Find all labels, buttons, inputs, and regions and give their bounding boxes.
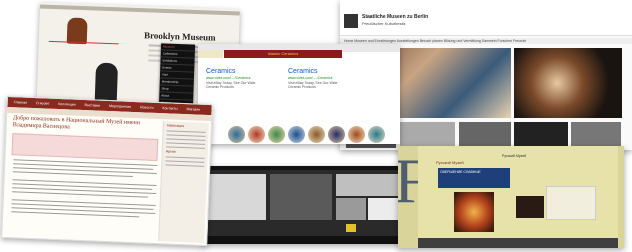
berlin-site-title: Staatliche Museen zu Berlin (362, 14, 429, 20)
sidebar-link[interactable] (165, 164, 205, 167)
ad-heading[interactable]: Ceramics (288, 68, 348, 75)
gallery-image[interactable] (368, 198, 398, 220)
ceramics-ad-page: Islamic Ceramics Ceramics www.vivint.com… (198, 44, 400, 144)
nav-item[interactable]: Контакты (162, 106, 177, 111)
sidebar-link[interactable] (165, 156, 205, 159)
plate-thumbnail[interactable] (268, 126, 285, 143)
sidebar-title: Архив (165, 149, 176, 154)
nav-item[interactable]: Новости (140, 105, 154, 110)
ad-url[interactable]: www.vivint.com/..../Ceramics (206, 76, 266, 80)
event-artwork[interactable] (546, 186, 596, 220)
nav-item[interactable]: Магазин (186, 107, 200, 112)
berlin-header: Staatliche Museen zu Berlin Preußischer … (340, 0, 632, 36)
nav-item[interactable]: Мероприятия (109, 104, 131, 109)
vasnetsov-notice-box (11, 133, 159, 162)
sidebar-link[interactable] (165, 160, 205, 163)
ad-url[interactable]: www.vivint.com/..../Ceramics (288, 76, 348, 80)
sidebar-link[interactable] (165, 146, 206, 149)
gallery-image[interactable] (270, 174, 332, 220)
berlin-thumbnail[interactable] (400, 122, 455, 148)
ad-description: Visit eBay Today, See Our Wide Ceramic P… (288, 81, 338, 89)
nav-item[interactable]: О музее (36, 101, 50, 106)
event-banner-left: Русский Музей (436, 160, 464, 165)
berlin-logo[interactable] (344, 14, 358, 28)
vasnetsov-museum-site: Главная О музее Коллекция Выставки Мероп… (1, 95, 213, 247)
event-artwork[interactable] (516, 196, 544, 218)
gallery-image[interactable] (336, 198, 366, 220)
sidebar-link[interactable] (166, 134, 206, 137)
event-artwork[interactable] (454, 192, 494, 232)
nav-item[interactable]: Выставки (85, 103, 101, 108)
nav-item[interactable]: Коллекция (58, 102, 75, 107)
plate-thumbnail[interactable] (288, 126, 305, 143)
berlin-thumbnail[interactable] (514, 122, 568, 148)
russian-museum-event-page: F Русский Музей Русский Музей СВЕРШЕНИЕ … (398, 146, 624, 248)
sidebar-link[interactable] (166, 130, 206, 133)
ad-description: Visit eBay Today, See Our Wide Ceramic P… (206, 81, 256, 89)
sidebar-title: Навигация (166, 123, 185, 129)
sidebar-link[interactable] (166, 142, 206, 145)
gallery-image[interactable] (206, 174, 266, 220)
berlin-painting-image[interactable] (514, 48, 622, 118)
brooklyn-figure-image[interactable] (66, 17, 88, 45)
vasnetsov-sidebar: Навигация Архив (158, 121, 210, 243)
event-footer-bar (418, 238, 618, 248)
plate-thumbnail[interactable] (308, 126, 325, 143)
ceramics-plate-row (228, 126, 400, 144)
brooklyn-nav-bar[interactable] (39, 4, 240, 16)
sidebar-link[interactable] (166, 138, 206, 141)
plate-thumbnail[interactable] (328, 126, 345, 143)
museum-screenshot-collage: Staatliche Museen zu Berlin Preußischer … (0, 0, 632, 252)
ceramics-banner[interactable]: Islamic Ceramics (224, 50, 342, 58)
dark-gallery-site (202, 166, 402, 244)
plate-thumbnail[interactable] (228, 126, 245, 143)
gallery-image[interactable] (336, 174, 398, 196)
gallery-highlight[interactable] (346, 224, 356, 232)
brooklyn-title: Brooklyn Museum (143, 30, 216, 43)
ceramics-yellow-tab (198, 50, 223, 58)
plate-thumbnail[interactable] (248, 126, 265, 143)
plate-thumbnail[interactable] (348, 126, 365, 143)
plate-thumbnail[interactable] (368, 126, 385, 143)
berlin-site-subtitle: Preußischer Kulturbesitz (362, 21, 406, 26)
ceramics-ad[interactable]: Ceramics www.vivint.com/..../Ceramics Vi… (206, 68, 266, 89)
nav-item[interactable]: Главная (14, 100, 27, 105)
dark-footer (202, 236, 402, 244)
ceramics-ad[interactable]: Ceramics www.vivint.com/..../Ceramics Vi… (288, 68, 348, 89)
event-banner-right: Русский Музей (502, 154, 527, 158)
berlin-thumbnail[interactable] (459, 122, 511, 148)
brooklyn-dropdown-menu[interactable]: Museum Collections Exhibitions Events Vi… (158, 43, 196, 122)
ad-heading[interactable]: Ceramics (206, 68, 266, 75)
dark-top-bar (202, 166, 402, 170)
event-title-box[interactable]: СВЕРШЕНИЕ СЛАВНЫЕ (438, 168, 510, 188)
brooklyn-figure-image[interactable] (94, 62, 119, 104)
berlin-thumbnail[interactable] (571, 122, 621, 148)
